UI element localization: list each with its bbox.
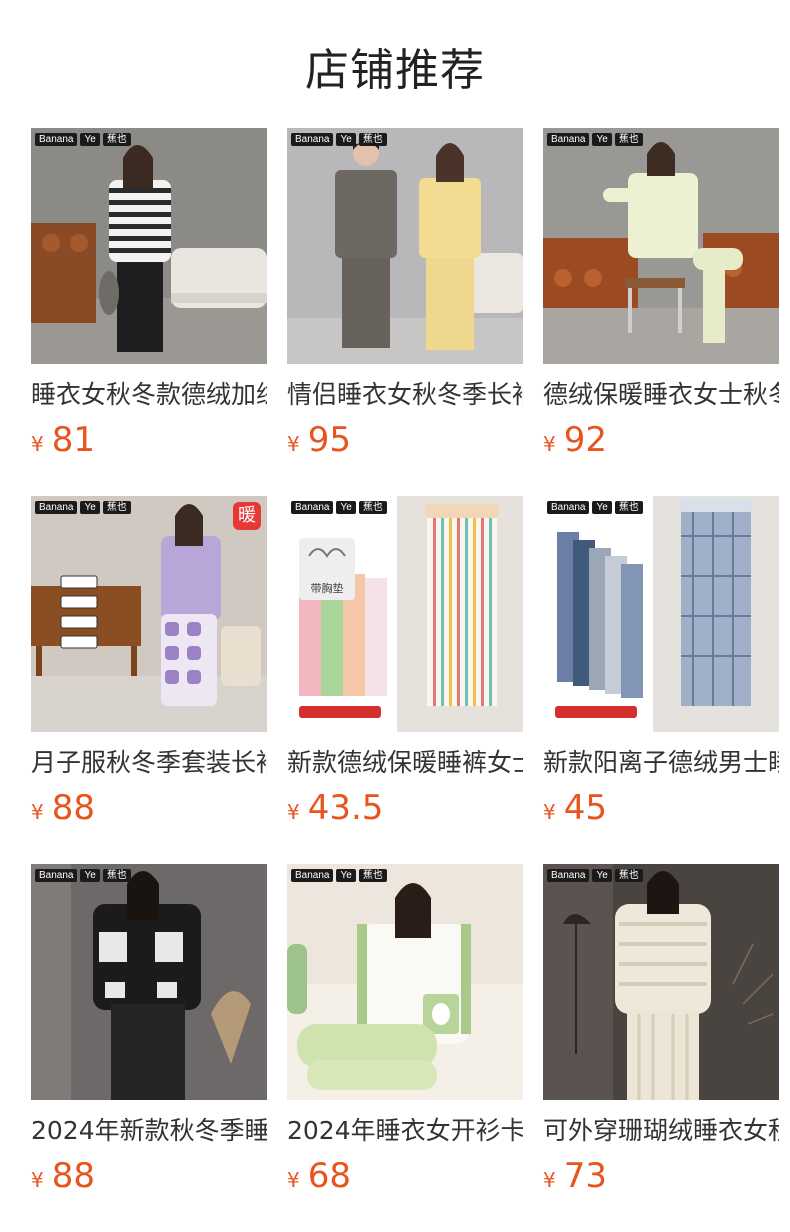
product-image[interactable]: Banana Ye 蕉也: [287, 128, 523, 364]
product-price: ¥92: [543, 420, 607, 460]
product-name[interactable]: 2024年新款秋冬季睡衣女加绒: [31, 1116, 267, 1146]
product-card[interactable]: BananaYe蕉也 暖 月子服秋冬季套装长袖孕妇睡衣 ¥88: [31, 496, 267, 828]
brand-tag: Banana Ye 蕉也: [35, 869, 131, 882]
product-price: ¥88: [31, 1156, 95, 1196]
product-price: ¥95: [287, 420, 351, 460]
brand-tag: Banana Ye 蕉也: [291, 869, 387, 882]
product-name[interactable]: 可外穿珊瑚绒睡衣女秋冬季: [543, 1116, 779, 1146]
product-price: ¥45: [543, 788, 607, 828]
product-name[interactable]: 2024年睡衣女开衫卡通兔子珊瑚绒: [287, 1116, 523, 1146]
product-image[interactable]: 带胸垫 Banana Ye 蕉也: [287, 496, 523, 732]
product-card[interactable]: BananaYe蕉也 可外穿珊瑚绒睡衣女秋冬季 ¥73: [543, 864, 779, 1196]
brand-tag: Banana Ye 蕉也: [35, 501, 131, 514]
product-card[interactable]: BananaYe蕉也 新款阳离子德绒男士睡裤秋冬季 ¥45: [543, 496, 779, 828]
product-image[interactable]: Banana Ye 蕉也: [287, 864, 523, 1100]
overlay-text: 带胸垫: [311, 581, 344, 595]
warm-badge: 暖: [233, 502, 261, 530]
brand-tag: Banana Ye 蕉也: [547, 869, 643, 882]
product-name[interactable]: 德绒保暖睡衣女士秋冬季家居服: [543, 380, 779, 410]
brand-tag: Banana Ye 蕉也: [291, 133, 387, 146]
product-price: ¥88: [31, 788, 95, 828]
product-image[interactable]: Banana Ye 蕉也 暖: [31, 496, 267, 732]
product-name[interactable]: 睡衣女秋冬款德绒加绒保暖家居服套装: [31, 380, 267, 410]
product-card[interactable]: BananaYe蕉也 德绒保暖睡衣女士秋冬季家居服 ¥92: [543, 128, 779, 460]
product-card[interactable]: BananaYe蕉也 2024年新款秋冬季睡衣女加绒 ¥88: [31, 864, 267, 1196]
product-price: ¥68: [287, 1156, 351, 1196]
brand-tag: Banana Ye 蕉也: [547, 501, 643, 514]
product-card[interactable]: BananaYe蕉也 睡衣女秋冬款德绒加绒保暖家居服套装 ¥81: [31, 128, 267, 460]
product-card[interactable]: 带胸垫 BananaYe蕉也 新款德绒保暖睡裤女士秋冬季 ¥43.5: [287, 496, 523, 828]
product-name[interactable]: 情侣睡衣女秋冬季长袖家居服套装: [287, 380, 523, 410]
product-name[interactable]: 月子服秋冬季套装长袖孕妇睡衣: [31, 748, 267, 778]
product-image[interactable]: Banana Ye 蕉也: [31, 128, 267, 364]
product-image[interactable]: Banana Ye 蕉也: [543, 128, 779, 364]
product-card[interactable]: BananaYe蕉也 2024年睡衣女开衫卡通兔子珊瑚绒 ¥68: [287, 864, 523, 1196]
product-price: ¥73: [543, 1156, 607, 1196]
product-name[interactable]: 新款德绒保暖睡裤女士秋冬季: [287, 748, 523, 778]
product-price: ¥43.5: [287, 788, 384, 828]
product-name[interactable]: 新款阳离子德绒男士睡裤秋冬季: [543, 748, 779, 778]
brand-tag: Banana Ye 蕉也: [547, 133, 643, 146]
brand-tag: Banana Ye 蕉也: [35, 133, 131, 146]
product-image[interactable]: Banana Ye 蕉也: [543, 496, 779, 732]
product-price: ¥81: [31, 420, 95, 460]
product-card[interactable]: BananaYe蕉也 情侣睡衣女秋冬季长袖家居服套装 ¥95: [287, 128, 523, 460]
section-title: 店铺推荐: [305, 45, 485, 96]
brand-tag: Banana Ye 蕉也: [291, 501, 387, 514]
product-image[interactable]: Banana Ye 蕉也: [543, 864, 779, 1100]
product-image[interactable]: Banana Ye 蕉也: [31, 864, 267, 1100]
